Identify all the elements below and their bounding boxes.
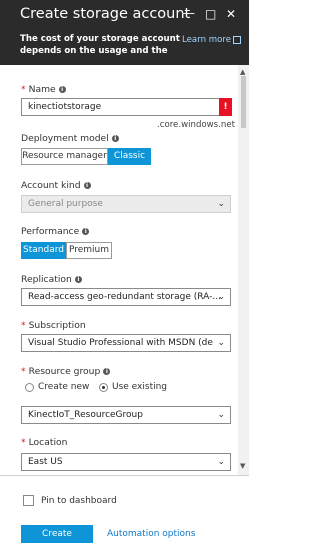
chevron-down-icon: ⌄ (217, 457, 225, 467)
name-label: * Name i (21, 84, 66, 95)
info-icon[interactable]: i (58, 86, 66, 93)
replication-label: Replication i (21, 274, 82, 285)
domain-suffix: .core.windows.net (157, 120, 235, 130)
location-label: * Location (21, 437, 68, 448)
required-marker: * (21, 84, 26, 95)
required-marker: * (21, 366, 26, 377)
minimize-icon[interactable]: — (183, 7, 195, 19)
info-icon[interactable]: i (103, 368, 111, 375)
info-icon[interactable]: i (74, 276, 82, 283)
performance-label: Performance i (21, 226, 90, 237)
blade-footer (0, 475, 249, 556)
create-button[interactable]: Create (21, 525, 93, 543)
info-icon[interactable]: i (111, 135, 119, 142)
maximize-icon[interactable]: □ (205, 8, 216, 20)
info-icon[interactable]: i (82, 228, 90, 235)
required-marker: * (21, 320, 26, 331)
learn-more-link[interactable]: Learn more (182, 35, 242, 45)
scrollbar-thumb[interactable] (241, 76, 246, 128)
chevron-down-icon: ⌄ (217, 410, 225, 420)
validation-error-icon: ! (219, 98, 232, 116)
blade-description: The cost of your storage account depends… (20, 34, 180, 56)
account-kind-select: General purpose ⌄ (21, 195, 231, 213)
required-marker: * (21, 437, 26, 448)
create-new-label: Create new (38, 382, 90, 392)
info-icon[interactable]: i (83, 182, 91, 189)
scroll-down-arrow-icon[interactable]: ▼ (240, 462, 245, 470)
chevron-down-icon: ⌄ (217, 199, 225, 209)
standard-option[interactable]: Standard (21, 242, 66, 259)
external-link-icon (233, 35, 242, 44)
chevron-down-icon: ⌄ (217, 292, 225, 302)
premium-option[interactable]: Premium (66, 242, 112, 259)
classic-option[interactable]: Classic (108, 148, 151, 165)
close-icon[interactable]: ✕ (226, 8, 236, 20)
chevron-down-icon: ⌄ (217, 338, 225, 348)
subscription-select[interactable]: Visual Studio Professional with MSDN (de… (21, 334, 231, 352)
subscription-label: * Subscription (21, 320, 86, 331)
account-kind-label: Account kind i (21, 180, 91, 191)
use-existing-radio[interactable] (99, 383, 108, 392)
storage-name-input[interactable]: kinectiotstorage (21, 98, 220, 116)
scroll-up-arrow-icon[interactable]: ▲ (240, 68, 245, 76)
pin-to-dashboard-checkbox[interactable] (23, 495, 34, 506)
automation-options-link[interactable]: Automation options (107, 529, 195, 539)
create-new-radio[interactable] (25, 383, 34, 392)
blade-header: Create storage account — □ ✕ The cost of… (0, 0, 249, 65)
resource-group-select[interactable]: KinectIoT_ResourceGroup ⌄ (21, 406, 231, 424)
pin-to-dashboard-label: Pin to dashboard (41, 496, 117, 506)
deployment-model-label: Deployment model i (21, 133, 119, 144)
resource-manager-option[interactable]: Resource manager (21, 148, 108, 165)
use-existing-label: Use existing (112, 382, 168, 392)
blade-title: Create storage account (20, 6, 191, 22)
replication-select[interactable]: Read-access geo-redundant storage (RA-..… (21, 288, 231, 306)
resource-group-label: * Resource group i (21, 366, 111, 377)
location-select[interactable]: East US ⌄ (21, 453, 231, 471)
